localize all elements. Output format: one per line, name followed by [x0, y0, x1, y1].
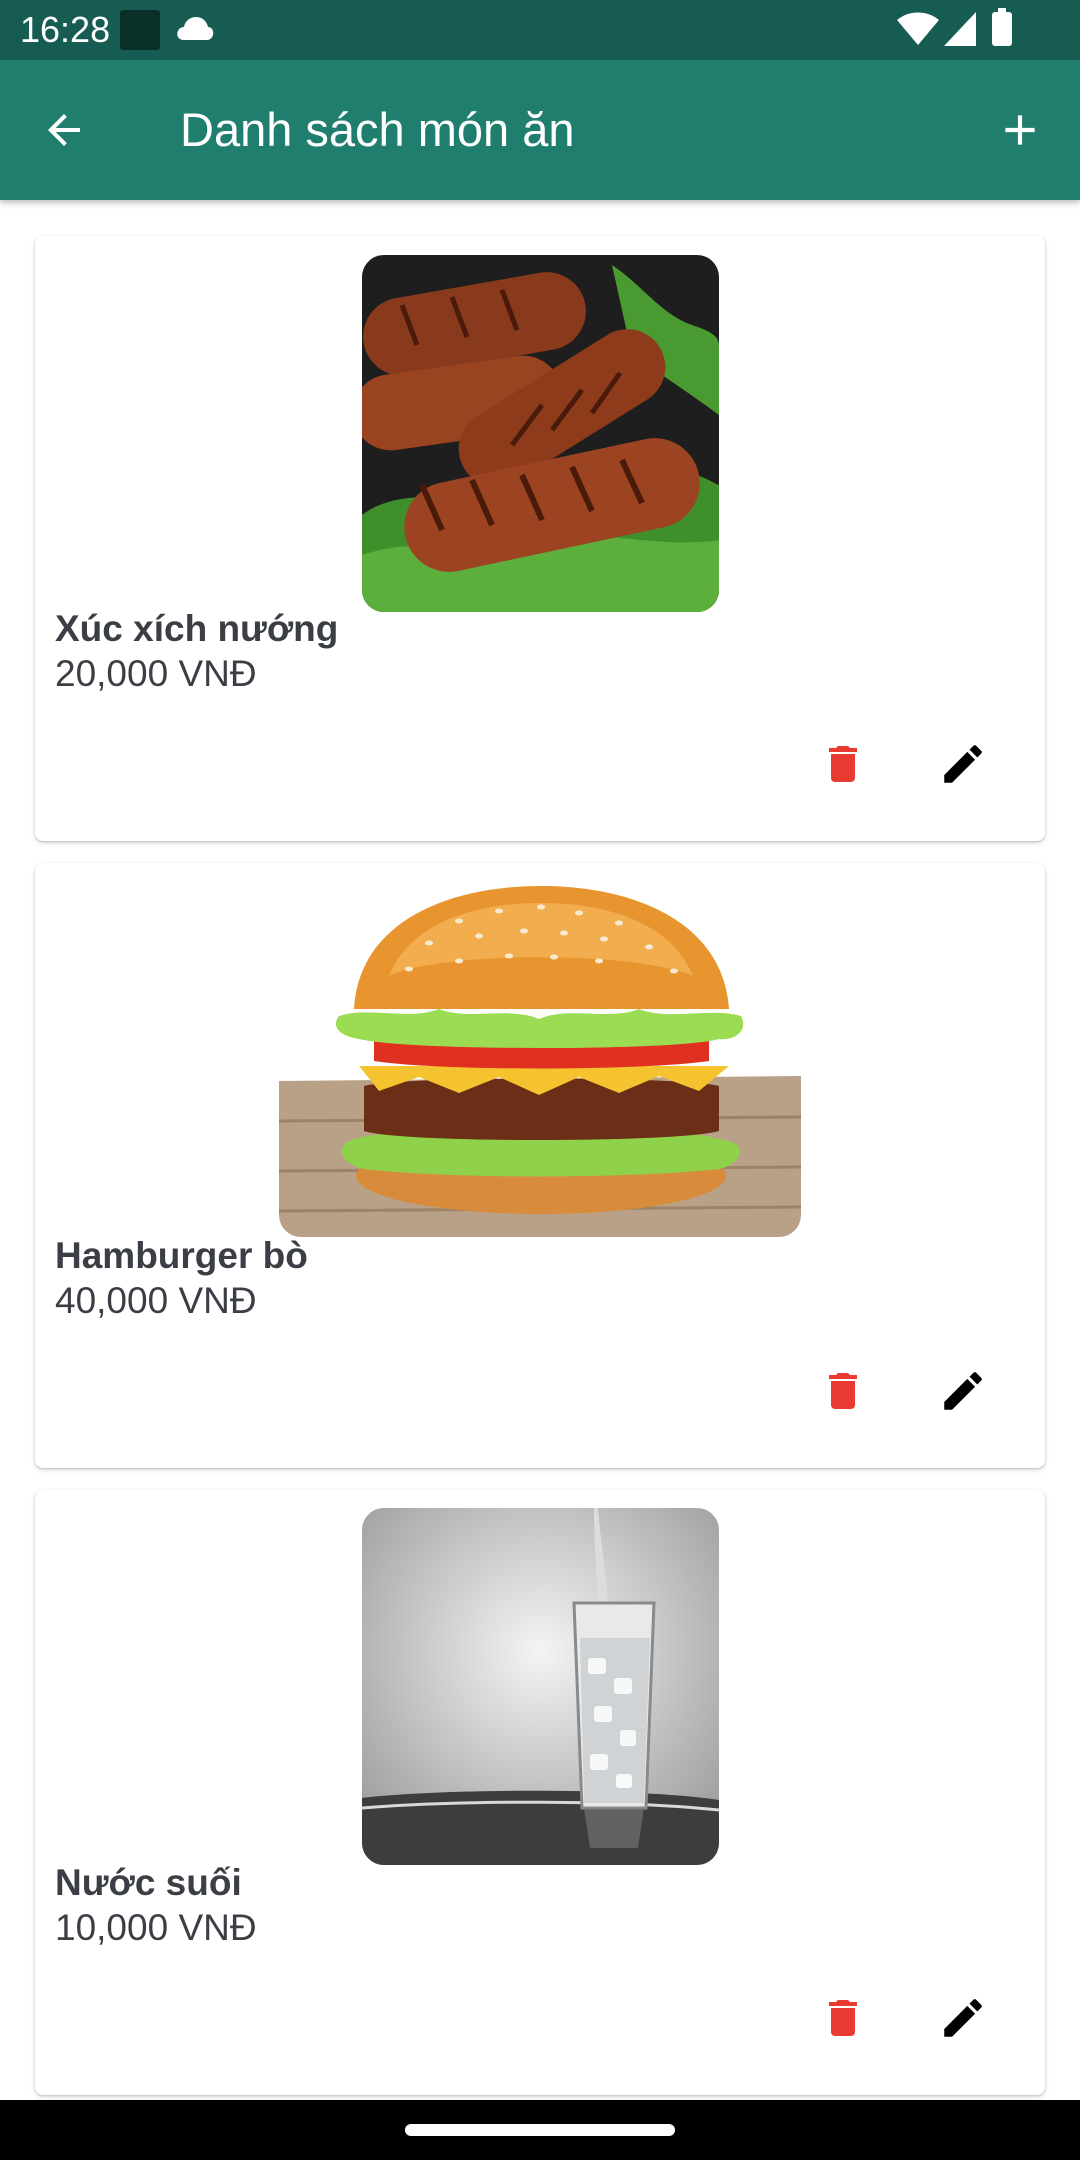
edit-button[interactable] — [935, 736, 991, 792]
food-name: Xúc xích nướng — [55, 608, 339, 649]
app-bar: Danh sách món ăn — [0, 60, 1080, 200]
pencil-icon — [944, 1372, 982, 1410]
trash-icon — [829, 2000, 857, 2036]
battery-icon — [992, 8, 1012, 46]
food-image — [279, 881, 801, 1237]
food-name: Hamburger bò — [55, 1235, 308, 1276]
food-card: Nước suối 10,000 VNĐ — [35, 1490, 1045, 2095]
signal-icon — [944, 12, 976, 46]
arrow-back-icon — [48, 114, 80, 146]
food-list[interactable]: Xúc xích nướng 20,000 VNĐ Hamburger bò 4… — [0, 200, 1080, 2100]
edit-button[interactable] — [935, 1363, 991, 1419]
page-title: Danh sách món ăn — [180, 103, 575, 156]
food-price: 40,000 VNĐ — [55, 1280, 257, 1321]
back-button[interactable] — [34, 100, 94, 160]
trash-icon — [829, 746, 857, 782]
food-card: Hamburger bò 40,000 VNĐ — [35, 863, 1045, 1468]
grilled-sausages-image — [362, 255, 719, 612]
food-image — [362, 1508, 719, 1865]
wifi-icon — [897, 12, 939, 45]
status-bar: 16:28 — [0, 0, 1080, 60]
glass-of-water-image — [362, 1508, 719, 1865]
edit-button[interactable] — [935, 1990, 991, 2046]
notification-icon — [120, 10, 160, 50]
pencil-icon — [944, 745, 982, 783]
food-price: 20,000 VNĐ — [55, 653, 257, 694]
pencil-icon — [944, 1999, 982, 2037]
status-time: 16:28 — [20, 9, 111, 50]
delete-button[interactable] — [815, 736, 871, 792]
add-item-button[interactable] — [990, 100, 1050, 160]
delete-button[interactable] — [815, 1363, 871, 1419]
food-image — [362, 255, 719, 612]
food-card: Xúc xích nướng 20,000 VNĐ — [35, 236, 1045, 841]
food-price: 10,000 VNĐ — [55, 1907, 257, 1948]
home-gesture-handle[interactable] — [405, 2124, 675, 2136]
food-name: Nước suối — [55, 1862, 242, 1903]
delete-button[interactable] — [815, 1990, 871, 2046]
beef-hamburger-image — [279, 881, 801, 1237]
plus-icon — [1005, 115, 1035, 145]
trash-icon — [829, 1373, 857, 1409]
cloud-icon — [177, 17, 214, 40]
navigation-bar — [0, 2100, 1080, 2160]
